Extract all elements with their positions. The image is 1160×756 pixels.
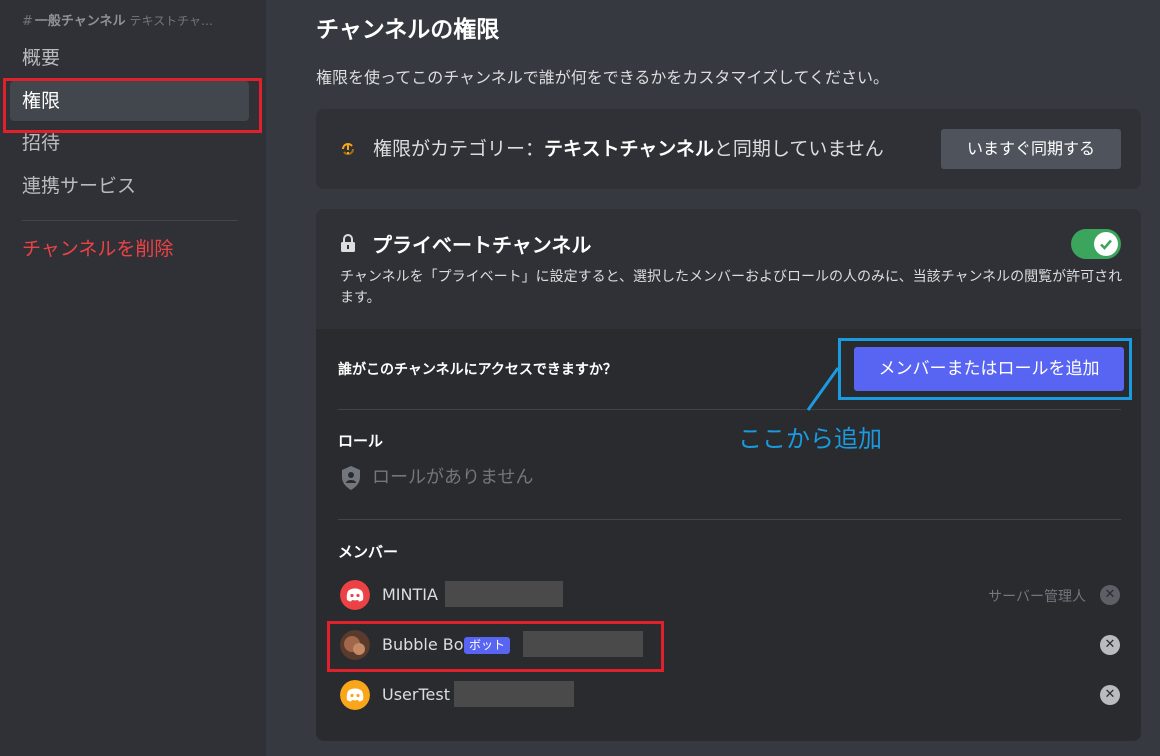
annotation-pointer-line: [806, 367, 840, 411]
annotation-label: ここから追加: [738, 425, 882, 453]
